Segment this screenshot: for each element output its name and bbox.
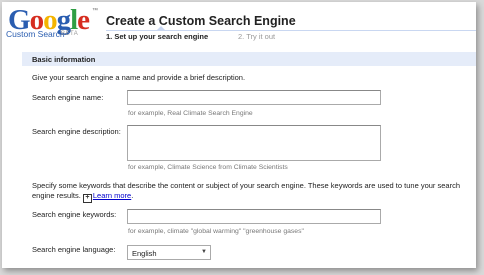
steps-divider <box>106 30 476 31</box>
section-intro: Give your search engine a name and provi… <box>32 73 246 82</box>
page: Google ™ Custom Search BETA Create a Cus… <box>2 2 476 268</box>
name-label: Search engine name: <box>32 93 104 102</box>
language-label: Search engine language: <box>32 245 116 254</box>
search-engine-description-textarea[interactable] <box>127 125 381 161</box>
current-step-marker <box>157 26 165 30</box>
logo-trademark: ™ <box>92 8 98 14</box>
keywords-intro-line2: engine results. + Learn more. <box>32 191 133 203</box>
section-title: Basic information <box>32 55 96 64</box>
keywords-hint: for example, climate "global warming" "g… <box>128 228 304 235</box>
language-select[interactable]: English ▼ <box>127 245 211 260</box>
logo-letter: e <box>77 4 90 36</box>
description-label: Search engine description: <box>32 127 121 136</box>
logo-subtitle: Custom Search <box>6 29 65 39</box>
learn-more-link[interactable]: Learn more <box>93 191 131 200</box>
search-engine-keywords-input[interactable] <box>127 209 381 224</box>
name-hint: for example, Real Climate Search Engine <box>128 110 253 117</box>
expand-plus-icon[interactable]: + <box>82 194 92 203</box>
step-1-label: 1. Set up your search engine <box>106 32 209 41</box>
search-engine-name-input[interactable] <box>127 90 381 105</box>
page-title: Create a Custom Search Engine <box>106 14 296 28</box>
keywords-intro-text: engine results. <box>32 191 81 200</box>
step-2-label: 2. Try it out <box>238 32 276 41</box>
keywords-intro: Specify some keywords that describe the … <box>32 181 461 190</box>
description-hint: for example, Climate Science from Climat… <box>128 164 288 171</box>
keywords-label: Search engine keywords: <box>32 210 117 219</box>
language-selected-value: English <box>132 249 157 258</box>
chevron-down-icon: ▼ <box>201 249 207 255</box>
period: . <box>131 191 134 200</box>
logo-beta-badge: BETA <box>61 31 79 37</box>
